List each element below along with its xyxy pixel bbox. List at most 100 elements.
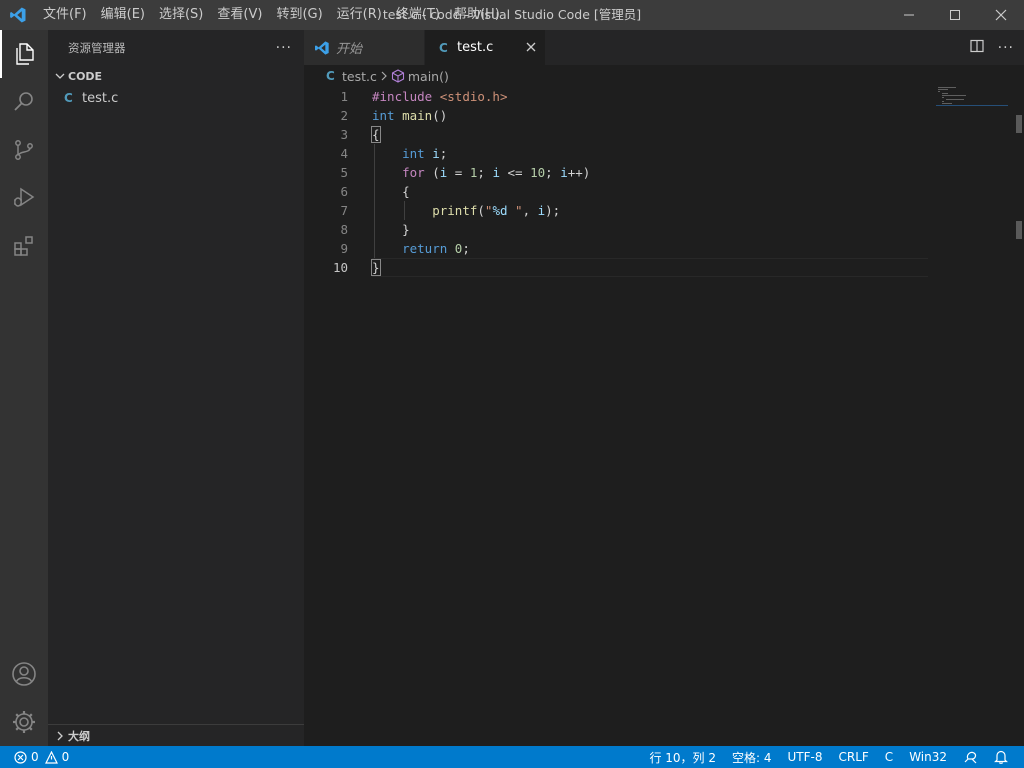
notifications-button[interactable]: [986, 750, 1016, 764]
explorer-icon: [16, 43, 34, 65]
activity-extensions[interactable]: [0, 222, 48, 270]
scrollbar-thumb[interactable]: [1016, 221, 1022, 239]
activity-accounts[interactable]: [0, 650, 48, 698]
source-control-icon: [15, 140, 33, 160]
menu-go[interactable]: 转到(G): [269, 0, 329, 30]
folder-section-header[interactable]: CODE: [48, 65, 304, 87]
folder-name: CODE: [68, 69, 103, 83]
split-editor-icon: [970, 39, 984, 52]
code-line[interactable]: int i;: [372, 144, 932, 163]
close-tab-button[interactable]: [523, 39, 539, 55]
tab-welcome[interactable]: 开始: [304, 30, 424, 65]
window-controls: [886, 0, 1024, 30]
maximize-icon: [950, 10, 960, 20]
line-number: 9: [340, 241, 348, 256]
code-line[interactable]: for (i = 1; i <= 10; i++): [372, 163, 932, 182]
code-line[interactable]: {: [372, 182, 932, 201]
menu-view[interactable]: 查看(V): [210, 0, 269, 30]
run-debug-icon: [14, 187, 35, 207]
breadcrumb-symbol[interactable]: main(): [408, 69, 449, 84]
c-file-icon: C: [439, 40, 448, 55]
explorer-sidebar: 资源管理器 ··· CODE C test.c 大纲: [48, 30, 304, 746]
c-file-icon: C: [326, 69, 335, 83]
activity-run-debug[interactable]: [0, 174, 48, 222]
more-actions-button[interactable]: ···: [276, 40, 292, 56]
cursor-position[interactable]: 行 10，列 2: [641, 749, 724, 766]
problems-status[interactable]: 0 0: [0, 750, 69, 764]
editor-more-actions-button[interactable]: ···: [998, 40, 1014, 56]
menu-edit[interactable]: 编辑(E): [94, 0, 152, 30]
line-number: 8: [340, 222, 348, 237]
breadcrumb-file[interactable]: test.c: [342, 69, 377, 84]
chevron-right-icon: [380, 71, 388, 81]
code-editor[interactable]: 1 2 3 4 5 6 7 8 9 10 #include <stdio.h> i…: [304, 87, 1024, 746]
manage-gear-icon: [13, 711, 35, 733]
split-editor-button[interactable]: [970, 39, 984, 57]
code-lines[interactable]: #include <stdio.h> int main(){ int i; for…: [371, 87, 932, 277]
file-item-test-c[interactable]: C test.c: [48, 87, 304, 109]
activity-explorer[interactable]: [0, 30, 48, 78]
line-number: 4: [340, 146, 348, 161]
platform-config[interactable]: Win32: [901, 750, 955, 764]
chevron-down-icon: [52, 68, 68, 84]
line-number: 5: [340, 165, 348, 180]
code-line[interactable]: }: [371, 258, 932, 277]
code-line[interactable]: }: [372, 220, 932, 239]
tab-test-c[interactable]: C test.c: [425, 30, 545, 65]
error-count: 0: [31, 750, 39, 764]
menu-bar: 文件(F) 编辑(E) 选择(S) 查看(V) 转到(G) 运行(R) 终端(T…: [36, 0, 507, 30]
status-bar: 0 0 行 10，列 2 空格: 4 UTF-8 CRLF C Win32: [0, 746, 1024, 768]
menu-selection[interactable]: 选择(S): [152, 0, 210, 30]
error-icon: [14, 750, 27, 764]
activity-manage[interactable]: [0, 698, 48, 746]
outline-section-header[interactable]: 大纲: [48, 724, 304, 746]
editor-actions: ···: [970, 30, 1014, 65]
line-ending[interactable]: CRLF: [830, 750, 876, 764]
outline-label: 大纲: [68, 729, 90, 743]
tab-label: test.c: [457, 40, 494, 55]
line-number: 1: [340, 89, 348, 104]
minimize-button[interactable]: [886, 0, 932, 30]
menu-run[interactable]: 运行(R): [330, 0, 389, 30]
vscode-logo-icon: [315, 40, 329, 55]
menu-terminal[interactable]: 终端(T): [389, 0, 447, 30]
vscode-logo-icon: [0, 0, 36, 30]
bell-icon: [994, 750, 1008, 764]
line-number: 7: [340, 203, 348, 218]
minimap[interactable]: [936, 87, 1008, 107]
indentation[interactable]: 空格: 4: [724, 749, 780, 766]
encoding[interactable]: UTF-8: [780, 750, 831, 764]
status-right: 行 10，列 2 空格: 4 UTF-8 CRLF C Win32: [641, 746, 1016, 768]
feedback-button[interactable]: [955, 750, 986, 764]
file-name: test.c: [82, 90, 119, 106]
title-bar: 文件(F) 编辑(E) 选择(S) 查看(V) 转到(G) 运行(R) 终端(T…: [0, 0, 1024, 30]
code-line[interactable]: {: [371, 125, 932, 144]
menu-help[interactable]: 帮助(H): [447, 0, 507, 30]
maximize-button[interactable]: [932, 0, 978, 30]
menu-file[interactable]: 文件(F): [36, 0, 94, 30]
feedback-icon: [964, 751, 977, 764]
line-numbers: 1 2 3 4 5 6 7 8 9 10: [304, 87, 348, 277]
code-line[interactable]: int main(): [372, 106, 932, 125]
line-number: 6: [340, 184, 348, 199]
chevron-right-icon: [52, 728, 68, 744]
code-line[interactable]: #include <stdio.h>: [372, 87, 932, 106]
code-line[interactable]: return 0;: [372, 239, 932, 258]
c-file-icon: C: [64, 91, 73, 105]
language-mode[interactable]: C: [877, 750, 901, 764]
tab-label: 开始: [336, 42, 363, 57]
sidebar-title: 资源管理器: [68, 40, 126, 55]
scrollbar-thumb[interactable]: [1016, 115, 1022, 133]
line-number: 10: [332, 260, 348, 275]
close-icon: [995, 9, 1007, 21]
close-window-button[interactable]: [978, 0, 1024, 30]
breadcrumb: C test.c main(): [304, 65, 1024, 87]
extensions-icon: [14, 236, 33, 256]
line-number: 2: [340, 108, 348, 123]
editor-tabs: 开始 C test.c ···: [304, 30, 1024, 65]
account-icon: [12, 662, 36, 686]
code-line[interactable]: printf("%d ", i);: [372, 201, 932, 220]
activity-source-control[interactable]: [0, 126, 48, 174]
activity-search[interactable]: [0, 78, 48, 126]
sidebar-header: 资源管理器 ···: [48, 30, 304, 65]
